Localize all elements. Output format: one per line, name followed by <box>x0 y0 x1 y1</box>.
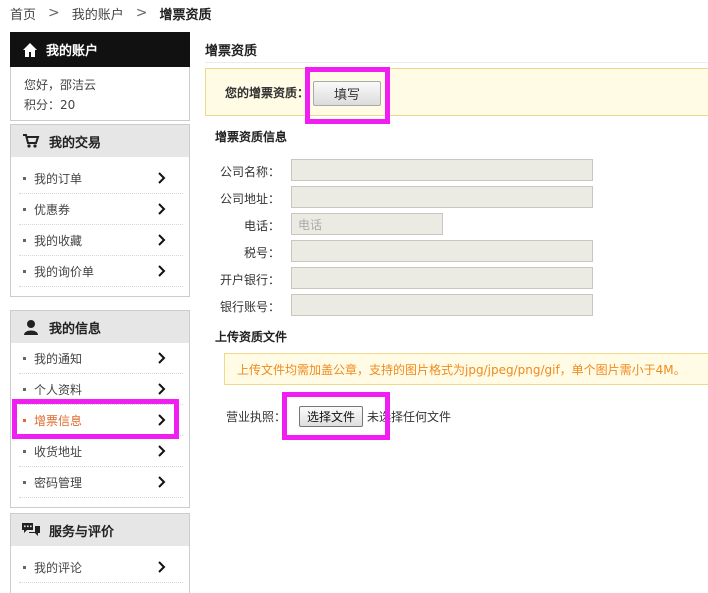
sidebar-item-label: 我的订单 <box>34 171 83 186</box>
page-title: 增票资质 <box>205 44 258 59</box>
sidebar-item-label: 密码管理 <box>34 475 83 490</box>
file-status: 未选择任何文件 <box>367 410 452 424</box>
sidebar-item-label: 优惠券 <box>34 202 71 217</box>
sidebar-item-invoice-info[interactable]: 增票信息 <box>19 405 183 436</box>
service-menu-header: 服务与评价 <box>11 514 189 546</box>
user-points: 积分：20 <box>24 98 76 112</box>
chevron-right-icon <box>158 445 166 457</box>
user-icon <box>21 319 41 335</box>
account-number-label: 银行账号： <box>219 300 280 314</box>
sidebar-item-label: 我的询价单 <box>34 264 95 279</box>
user-greeting: 您好，邵洁云 <box>24 78 97 92</box>
service-menu-title: 服务与评价 <box>49 524 115 540</box>
account-title: 我的账户 <box>46 44 99 59</box>
sidebar-item-label: 我的收藏 <box>34 233 83 248</box>
bank-label: 开户银行： <box>219 273 280 287</box>
sidebar: 我的账户 您好，邵洁云 积分：20 我的交易 我的订单 优惠券 我的收藏 我的询… <box>10 32 190 593</box>
account-info: 您好，邵洁云 积分：20 <box>10 67 190 121</box>
sidebar-item-addresses[interactable]: 收货地址 <box>19 436 183 467</box>
cart-icon <box>21 133 41 149</box>
service-menu: 服务与评价 我的评论 <box>10 513 190 593</box>
sidebar-item-password[interactable]: 密码管理 <box>19 467 183 498</box>
sidebar-item-label: 我的通知 <box>34 351 83 366</box>
sidebar-item-inquiries[interactable]: 我的询价单 <box>19 256 183 287</box>
trade-menu: 我的交易 我的订单 优惠券 我的收藏 我的询价单 <box>10 124 190 297</box>
bullet-icon <box>23 238 26 242</box>
info-menu: 我的信息 我的通知 个人资料 增票信息 收货地址 密码管理 <box>10 310 190 508</box>
bullet-icon <box>23 480 26 484</box>
title-divider <box>205 62 708 63</box>
bullet-icon <box>23 418 26 422</box>
chevron-right-icon <box>158 265 166 277</box>
chat-icon <box>21 522 41 538</box>
bullet-icon <box>23 176 26 180</box>
bank-field[interactable] <box>291 267 593 289</box>
bullet-icon <box>23 565 26 569</box>
sidebar-item-favorites[interactable]: 我的收藏 <box>19 225 183 256</box>
chevron-right-icon <box>158 414 166 426</box>
company-address-field[interactable] <box>291 186 593 208</box>
tax-id-label: 税号： <box>243 246 280 260</box>
company-address-label: 公司地址： <box>219 192 280 206</box>
breadcrumb-home[interactable]: 首页 <box>10 4 36 23</box>
account-number-field[interactable] <box>291 294 593 316</box>
bullet-icon <box>23 449 26 453</box>
chevron-right-icon <box>158 352 166 364</box>
bullet-icon <box>23 207 26 211</box>
choose-file-button[interactable]: 选择文件 <box>299 406 363 427</box>
breadcrumb: 首页 > 我的账户 > 增票资质 <box>10 4 212 23</box>
chevron-right-icon <box>158 172 166 184</box>
upload-notice: 上传文件均需加盖公章，支持的图片格式为jpg/jpeg/png/gif，单个图片… <box>224 353 708 385</box>
phone-label: 电话： <box>243 219 280 233</box>
chevron-right-icon <box>158 203 166 215</box>
sidebar-item-orders[interactable]: 我的订单 <box>19 163 183 194</box>
breadcrumb-account[interactable]: 我的账户 <box>72 4 124 23</box>
sidebar-item-label: 我的评论 <box>34 560 83 575</box>
breadcrumb-separator: > <box>135 5 148 21</box>
account-header[interactable]: 我的账户 <box>10 32 190 67</box>
home-icon <box>22 42 38 58</box>
sidebar-item-label: 收货地址 <box>34 444 83 459</box>
chevron-right-icon <box>158 476 166 488</box>
qualification-label: 您的增票资质： <box>225 86 310 100</box>
phone-placeholder: 电话 <box>298 217 323 232</box>
sidebar-item-label: 个人资料 <box>34 382 83 397</box>
sidebar-item-reviews[interactable]: 我的评论 <box>19 552 183 583</box>
breadcrumb-separator: > <box>48 5 60 21</box>
bullet-icon <box>23 387 26 391</box>
phone-field[interactable]: 电话 <box>291 213 443 235</box>
chevron-right-icon <box>158 234 166 246</box>
sidebar-item-coupons[interactable]: 优惠券 <box>19 194 183 225</box>
trade-menu-header: 我的交易 <box>11 125 189 157</box>
info-section-title: 增票资质信息 <box>215 130 288 144</box>
sidebar-item-notifications[interactable]: 我的通知 <box>19 343 183 374</box>
bullet-icon <box>23 269 26 273</box>
upload-section-title: 上传资质文件 <box>215 330 288 344</box>
fill-button[interactable]: 填写 <box>313 81 381 106</box>
trade-menu-title: 我的交易 <box>49 135 102 151</box>
bullet-icon <box>23 356 26 360</box>
info-menu-title: 我的信息 <box>49 321 102 337</box>
chevron-right-icon <box>158 383 166 395</box>
chevron-right-icon <box>158 561 166 573</box>
sidebar-item-label: 增票信息 <box>34 413 83 428</box>
breadcrumb-current: 增票资质 <box>159 7 212 23</box>
info-menu-header: 我的信息 <box>11 311 189 343</box>
license-label: 营业执照： <box>226 410 287 424</box>
company-name-field[interactable] <box>291 159 593 181</box>
company-name-label: 公司名称： <box>219 165 280 179</box>
tax-id-field[interactable] <box>291 240 593 262</box>
sidebar-item-profile[interactable]: 个人资料 <box>19 374 183 405</box>
